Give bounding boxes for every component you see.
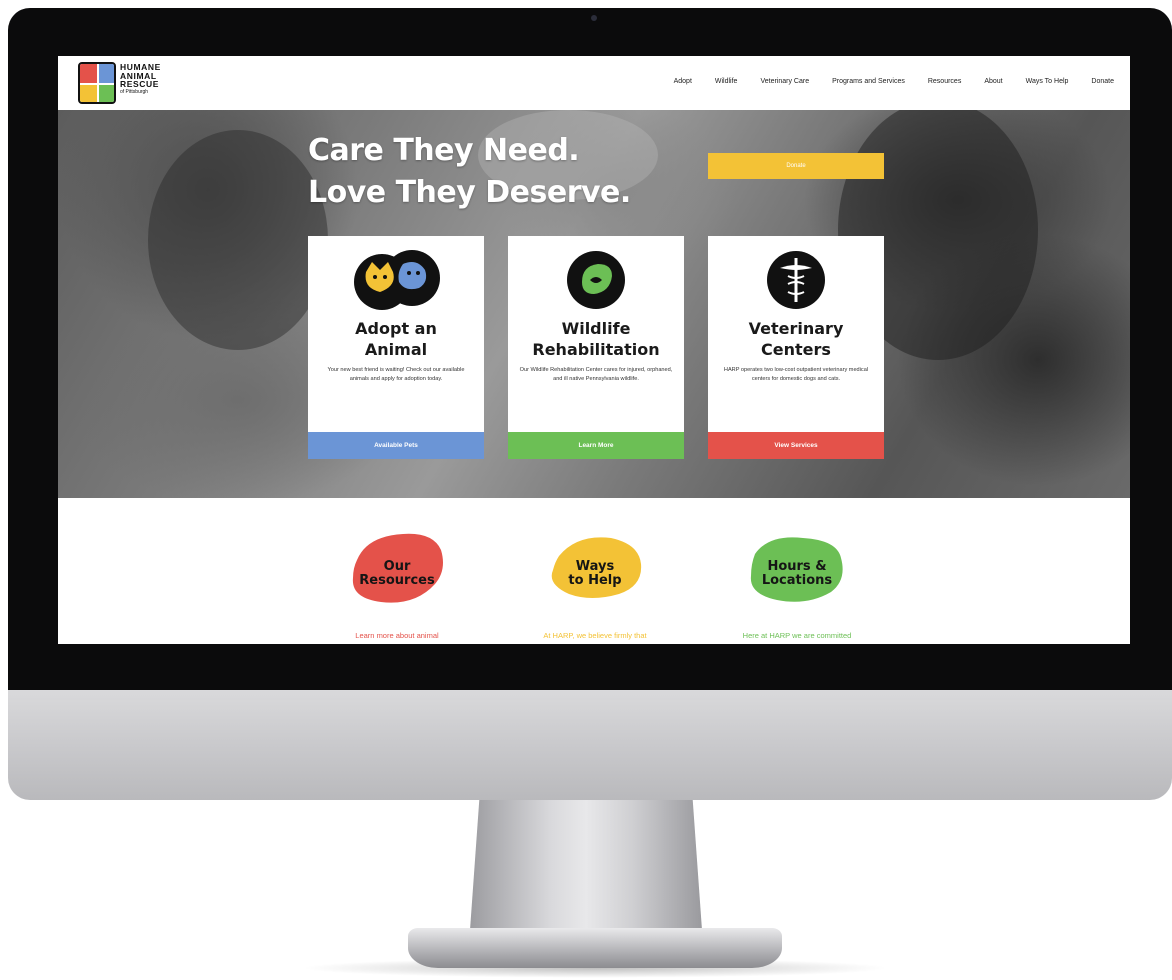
- feature-our-resources[interactable]: Our Resources Learn more about animal: [322, 530, 472, 640]
- feature-title-line: Hours &: [767, 559, 827, 574]
- card-title-line: Wildlife: [561, 319, 631, 338]
- bird-icon: [508, 246, 684, 316]
- hero-headline-line: Care They Need.: [308, 133, 580, 168]
- nav-item-wildlife[interactable]: Wildlife: [715, 78, 738, 85]
- view-services-button[interactable]: View Services: [708, 432, 884, 459]
- card-title-line: Centers: [761, 340, 831, 359]
- feature-text: At HARP, we believe firmly that: [543, 631, 647, 640]
- feature-title-line: Locations: [761, 573, 833, 588]
- logo-mark-icon: [78, 62, 116, 104]
- card-title: Veterinary Centers: [712, 318, 880, 360]
- monitor-stand: [470, 800, 702, 930]
- nav-item-resources[interactable]: Resources: [928, 78, 961, 85]
- nav-item-programs-and-services[interactable]: Programs and Services: [832, 78, 905, 85]
- hero-donate-button[interactable]: Donate: [708, 153, 884, 179]
- card-title-line: Veterinary: [748, 319, 844, 338]
- hero-section: Care They Need. Love They Deserve. Donat…: [58, 110, 1130, 498]
- camera-icon: [591, 15, 597, 21]
- feature-hours-locations[interactable]: Hours & Locations Here at HARP we are co…: [722, 530, 872, 640]
- nav-item-veterinary-care[interactable]: Veterinary Care: [760, 78, 809, 85]
- feature-ways-to-help[interactable]: Ways to Help At HARP, we believe firmly …: [520, 530, 670, 640]
- card-wildlife: Wildlife Rehabilitation Our Wildlife Reh…: [508, 236, 684, 459]
- feature-title: Our Resources: [322, 560, 472, 588]
- logo-text: HUMANE ANIMAL RESCUE of Pittsburgh: [120, 63, 198, 96]
- feature-title: Hours & Locations: [722, 560, 872, 588]
- cat-dog-icon: [308, 246, 484, 316]
- feature-text: Learn more about animal: [355, 631, 439, 640]
- feature-title-line: Resources: [359, 573, 435, 588]
- feature-title-line: Our: [383, 559, 411, 574]
- website-screen: HUMANE ANIMAL RESCUE of Pittsburgh Adopt…: [58, 56, 1130, 644]
- feature-title-line: to Help: [568, 573, 622, 588]
- nav-item-adopt[interactable]: Adopt: [674, 78, 692, 85]
- hero-headline: Care They Need. Love They Deserve.: [308, 130, 631, 214]
- main-nav: Adopt Wildlife Veterinary Care Programs …: [651, 78, 1114, 85]
- card-veterinary: Veterinary Centers HARP operates two low…: [708, 236, 884, 459]
- site-logo[interactable]: HUMANE ANIMAL RESCUE of Pittsburgh: [78, 62, 198, 104]
- caduceus-icon: [708, 246, 884, 316]
- available-pets-button[interactable]: Available Pets: [308, 432, 484, 459]
- card-title-line: Rehabilitation: [532, 340, 660, 359]
- card-title-line: Adopt an: [355, 319, 437, 338]
- card-description: HARP operates two low-cost outpatient ve…: [723, 367, 869, 382]
- card-description: Our Wildlife Rehabilitation Center cares…: [519, 367, 673, 382]
- card-title: Adopt an Animal: [312, 318, 480, 360]
- nav-item-about[interactable]: About: [984, 78, 1002, 85]
- card-title: Wildlife Rehabilitation: [512, 318, 680, 360]
- feature-text: Here at HARP we are committed: [742, 631, 852, 640]
- card-adopt: Adopt an Animal Your new best friend is …: [308, 236, 484, 459]
- site-header: HUMANE ANIMAL RESCUE of Pittsburgh Adopt…: [58, 56, 1130, 110]
- feature-title: Ways to Help: [520, 560, 670, 588]
- card-description: Your new best friend is waiting! Check o…: [327, 367, 465, 382]
- nav-item-donate[interactable]: Donate: [1091, 78, 1114, 85]
- monitor-stand-base: [408, 928, 782, 968]
- hero-photo-shade: [148, 130, 328, 350]
- logo-subline: of Pittsburgh: [120, 88, 149, 95]
- nav-item-ways-to-help[interactable]: Ways To Help: [1026, 78, 1069, 85]
- card-title-line: Animal: [364, 340, 428, 359]
- monitor-chin: [8, 690, 1172, 800]
- feature-title-line: Ways: [575, 559, 615, 574]
- logo-line: RESCUE: [120, 79, 160, 89]
- learn-more-button[interactable]: Learn More: [508, 432, 684, 459]
- hero-headline-line: Love They Deserve.: [308, 175, 631, 210]
